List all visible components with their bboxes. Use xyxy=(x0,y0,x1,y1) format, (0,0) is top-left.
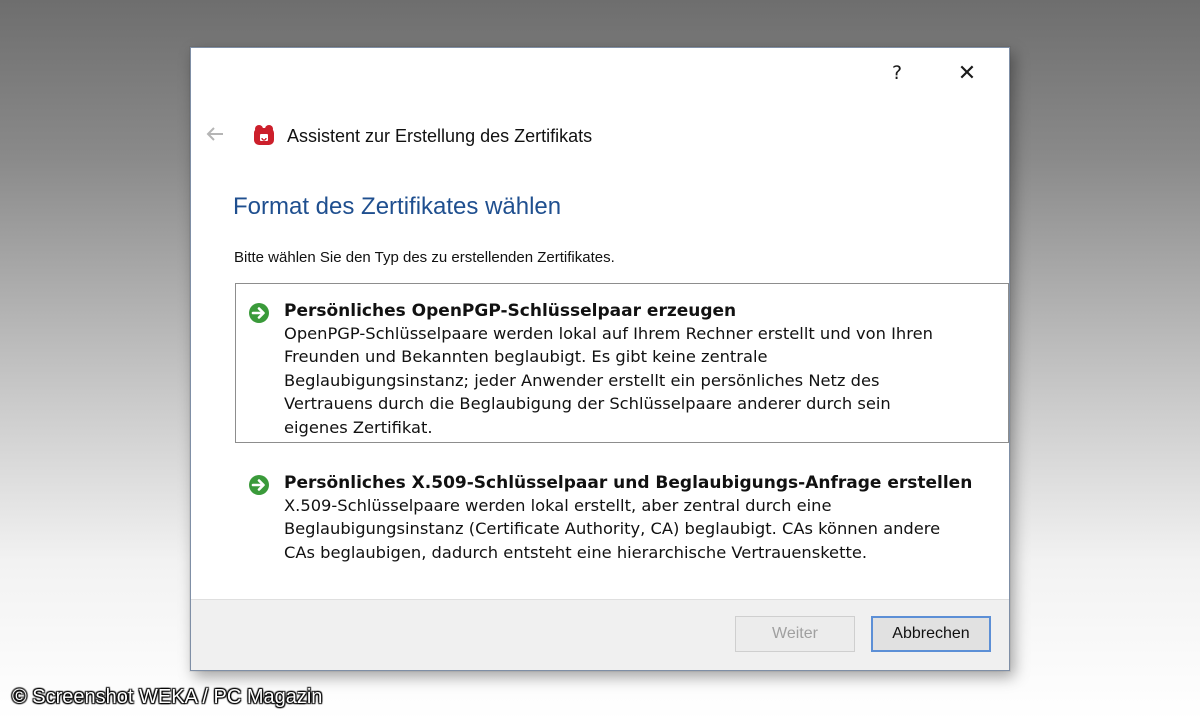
description-line: CAs beglaubigen, dadurch entsteht eine h… xyxy=(284,542,868,562)
description-line: OpenPGP-Schlüsselpaare werden lokal auf … xyxy=(284,324,933,343)
instruction-text: Bitte wählen Sie den Typ des zu erstelle… xyxy=(234,249,615,266)
green-arrow-icon xyxy=(249,303,269,323)
help-button[interactable]: ? xyxy=(877,60,917,86)
cancel-button[interactable]: Abbrechen xyxy=(871,616,991,652)
option-description: OpenPGP-Schlüsselpaare werden lokal auf … xyxy=(284,322,996,439)
description-line: Beglaubigungsinstanz; jeder Anwender ers… xyxy=(284,370,880,390)
description-line: Freunden und Bekannten beglaubigt. Es gi… xyxy=(284,347,768,367)
option-title: Persönliches X.509-Schlüsselpaar und Beg… xyxy=(284,473,973,493)
green-arrow-icon xyxy=(249,475,269,495)
option-openpgp-keypair[interactable]: Persönliches OpenPGP-Schlüsselpaar erzeu… xyxy=(235,283,1009,443)
certificate-wizard-dialog: ? ✕ Assistent zur Erstellung des Zertifi… xyxy=(190,47,1010,671)
description-line: eigenes Zertifikat. xyxy=(284,417,433,437)
option-x509-keypair[interactable]: Persönliches X.509-Schlüsselpaar und Beg… xyxy=(235,455,1009,575)
option-description: X.509-Schlüsselpaare werden lokal erstel… xyxy=(284,494,996,564)
description-line: Beglaubigungsinstanz (Certificate Author… xyxy=(284,519,941,539)
dialog-footer: Weiter Abbrechen xyxy=(191,599,1009,670)
description-line: X.509-Schlüsselpaare werden lokal erstel… xyxy=(284,496,832,515)
page-title: Format des Zertifikates wählen xyxy=(233,193,562,220)
kleopatra-app-icon xyxy=(254,125,274,145)
description-line: Vertrauens durch die Beglaubigung der Sc… xyxy=(284,394,891,414)
next-button[interactable]: Weiter xyxy=(735,616,855,652)
copyright-watermark: © Screenshot WEKA / PC Magazin xyxy=(12,686,323,708)
wizard-title: Assistent zur Erstellung des Zertifikats xyxy=(287,126,593,146)
close-button[interactable]: ✕ xyxy=(947,60,987,86)
back-arrow-icon[interactable] xyxy=(203,122,227,146)
option-title: Persönliches OpenPGP-Schlüsselpaar erzeu… xyxy=(284,301,737,321)
